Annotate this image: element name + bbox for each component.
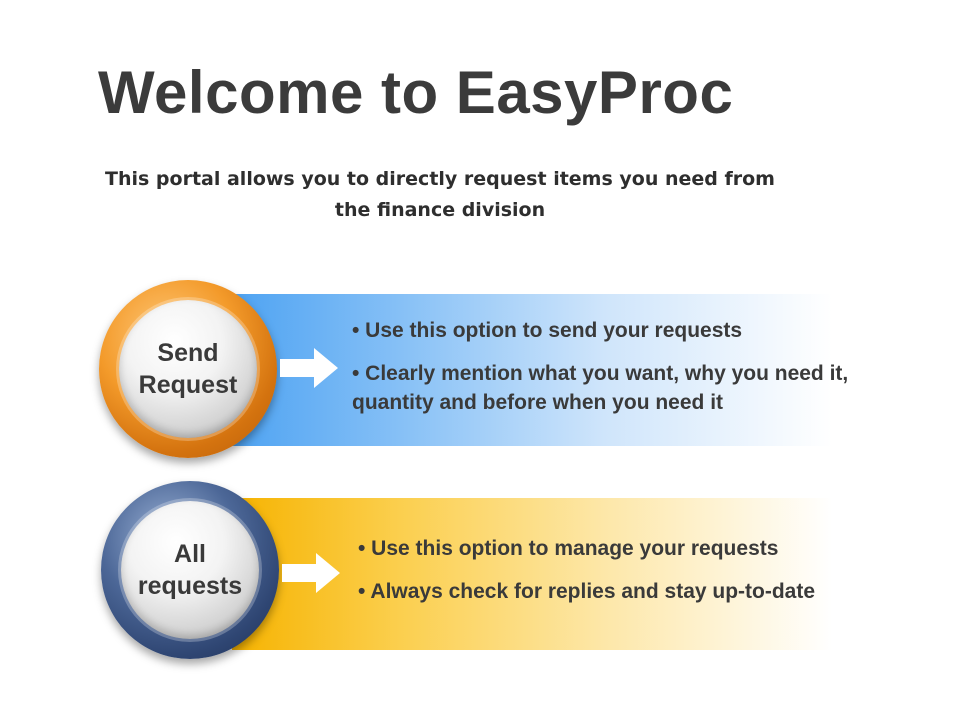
all-requests-label-line1: All [174,540,206,568]
welcome-page: Welcome to EasyProc This portal allows y… [0,0,960,720]
send-request-bullet-2: • Clearly mention what you want, why you… [352,362,849,414]
send-request-ring: Send Request [99,280,277,458]
all-requests-bullet-2: • Always check for replies and stay up-t… [358,580,816,603]
all-requests-bullet-1: • Use this option to manage your request… [358,537,779,560]
send-request-label-line1: Send [157,339,219,367]
send-request-label-line2: Request [138,371,238,399]
send-request-bullets: • Use this option to send your requests … [352,316,882,431]
arrow-right-icon [280,348,338,388]
send-request-bullet-1: • Use this option to send your requests [352,319,743,342]
arrow-right-icon [282,553,340,593]
send-request-button[interactable]: Send Request [119,300,257,438]
page-title: Welcome to EasyProc [98,59,734,126]
all-requests-button[interactable]: All requests [121,501,259,639]
all-requests-ring: All requests [101,481,279,659]
all-requests-label-line2: requests [137,572,243,600]
all-requests-bullets: • Use this option to manage your request… [358,534,848,620]
page-subtitle: This portal allows you to directly reque… [105,168,775,221]
